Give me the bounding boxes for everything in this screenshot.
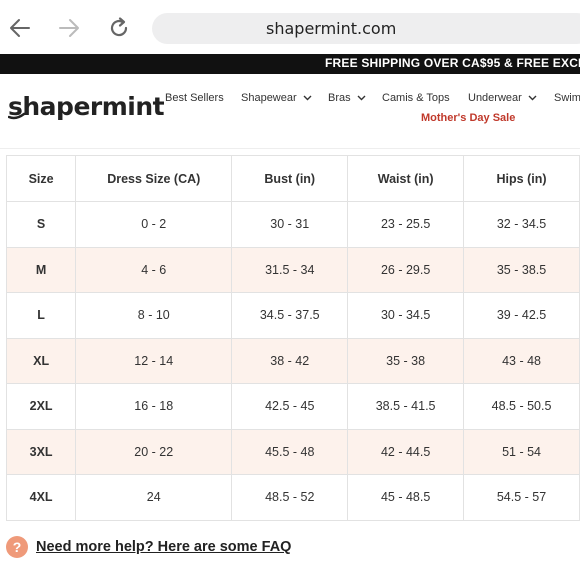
chevron-down-icon bbox=[303, 95, 312, 101]
hips-cell: 35 - 38.5 bbox=[463, 246, 580, 293]
size-cell: 2XL bbox=[5, 383, 77, 430]
mothers-day-sale-link[interactable]: Mother's Day Sale bbox=[421, 112, 515, 124]
browser-toolbar: shapermint.com bbox=[0, 0, 580, 54]
table-row: 4XL 24 48.5 - 52 45 - 48.5 54.5 - 57 bbox=[5, 474, 580, 521]
bust-cell: 30 - 31 bbox=[231, 201, 349, 248]
table-row: 3XL 20 - 22 45.5 - 48 42 - 44.5 51 - 54 bbox=[5, 428, 580, 475]
dress-size-cell: 0 - 2 bbox=[75, 201, 233, 248]
nav-label: Underwear bbox=[468, 92, 522, 104]
waist-cell: 42 - 44.5 bbox=[347, 428, 465, 475]
table-row: S 0 - 2 30 - 31 23 - 25.5 32 - 34.5 bbox=[5, 201, 580, 248]
nav-label: Best Sellers bbox=[165, 92, 224, 104]
size-cell: 4XL bbox=[5, 474, 77, 521]
arrow-left-icon bbox=[10, 19, 30, 37]
bust-cell: 38 - 42 bbox=[231, 337, 349, 384]
dress-size-cell: 16 - 18 bbox=[75, 383, 233, 430]
dress-size-cell: 12 - 14 bbox=[75, 337, 233, 384]
logo-swoosh-icon bbox=[8, 112, 26, 120]
url-text: shapermint.com bbox=[266, 19, 397, 38]
chevron-down-icon bbox=[357, 95, 366, 101]
dress-size-cell: 20 - 22 bbox=[75, 428, 233, 475]
reload-icon bbox=[110, 17, 128, 37]
nav-label: Shapewear bbox=[241, 92, 297, 104]
nav-swim[interactable]: Swim bbox=[554, 92, 580, 104]
dress-size-cell: 4 - 6 bbox=[75, 246, 233, 293]
nav-camis-tops[interactable]: Camis & Tops bbox=[382, 92, 450, 104]
column-header: Waist (in) bbox=[347, 155, 465, 202]
back-button[interactable] bbox=[6, 14, 34, 42]
promo-banner: FREE SHIPPING OVER CA$95 & FREE EXCH bbox=[0, 54, 580, 74]
table-row: L 8 - 10 34.5 - 37.5 30 - 34.5 39 - 42.5 bbox=[5, 292, 580, 339]
faq-section: ? Need more help? Here are some FAQ bbox=[6, 536, 291, 558]
size-cell: XL bbox=[5, 337, 77, 384]
size-cell: S bbox=[5, 201, 77, 248]
column-header: Bust (in) bbox=[231, 155, 349, 202]
bust-cell: 34.5 - 37.5 bbox=[231, 292, 349, 339]
waist-cell: 26 - 29.5 bbox=[347, 246, 465, 293]
size-cell: M bbox=[5, 246, 77, 293]
size-chart-table: Size Dress Size (CA) Bust (in) Waist (in… bbox=[5, 155, 580, 521]
table-row: XL 12 - 14 38 - 42 35 - 38 43 - 48 bbox=[5, 337, 580, 384]
hips-cell: 32 - 34.5 bbox=[463, 201, 580, 248]
hips-cell: 43 - 48 bbox=[463, 337, 580, 384]
promo-text: FREE SHIPPING OVER CA$95 & FREE EXCH bbox=[325, 56, 580, 70]
table-row: M 4 - 6 31.5 - 34 26 - 29.5 35 - 38.5 bbox=[5, 246, 580, 293]
waist-cell: 38.5 - 41.5 bbox=[347, 383, 465, 430]
table-row: 2XL 16 - 18 42.5 - 45 38.5 - 41.5 48.5 -… bbox=[5, 383, 580, 430]
nav-underwear[interactable]: Underwear bbox=[468, 92, 537, 104]
faq-link[interactable]: Need more help? Here are some FAQ bbox=[36, 539, 291, 555]
nav-label: Camis & Tops bbox=[382, 92, 450, 104]
hips-cell: 51 - 54 bbox=[463, 428, 580, 475]
bust-cell: 31.5 - 34 bbox=[231, 246, 349, 293]
nav-bras[interactable]: Bras bbox=[328, 92, 366, 104]
arrow-right-icon bbox=[59, 19, 79, 37]
reload-button[interactable] bbox=[105, 14, 133, 42]
waist-cell: 45 - 48.5 bbox=[347, 474, 465, 521]
question-icon: ? bbox=[6, 536, 28, 558]
chevron-down-icon bbox=[528, 95, 537, 101]
dress-size-cell: 8 - 10 bbox=[75, 292, 233, 339]
nav-shapewear[interactable]: Shapewear bbox=[241, 92, 312, 104]
forward-button[interactable] bbox=[55, 14, 83, 42]
shapermint-logo[interactable]: shapermint bbox=[8, 92, 165, 121]
size-cell: 3XL bbox=[5, 428, 77, 475]
size-cell: L bbox=[5, 292, 77, 339]
bust-cell: 45.5 - 48 bbox=[231, 428, 349, 475]
waist-cell: 23 - 25.5 bbox=[347, 201, 465, 248]
nav-label: Bras bbox=[328, 92, 351, 104]
waist-cell: 35 - 38 bbox=[347, 337, 465, 384]
column-header: Size bbox=[5, 155, 77, 202]
hips-cell: 48.5 - 50.5 bbox=[463, 383, 580, 430]
table-header-row: Size Dress Size (CA) Bust (in) Waist (in… bbox=[5, 155, 580, 202]
bust-cell: 42.5 - 45 bbox=[231, 383, 349, 430]
nav-label: Swim bbox=[554, 92, 580, 104]
waist-cell: 30 - 34.5 bbox=[347, 292, 465, 339]
dress-size-cell: 24 bbox=[75, 474, 233, 521]
nav-best-sellers[interactable]: Best Sellers bbox=[165, 92, 224, 104]
column-header: Dress Size (CA) bbox=[75, 155, 233, 202]
hips-cell: 54.5 - 57 bbox=[463, 474, 580, 521]
site-header: shapermint Best Sellers Shapewear Bras C… bbox=[0, 74, 580, 149]
hips-cell: 39 - 42.5 bbox=[463, 292, 580, 339]
column-header: Hips (in) bbox=[463, 155, 580, 202]
bust-cell: 48.5 - 52 bbox=[231, 474, 349, 521]
